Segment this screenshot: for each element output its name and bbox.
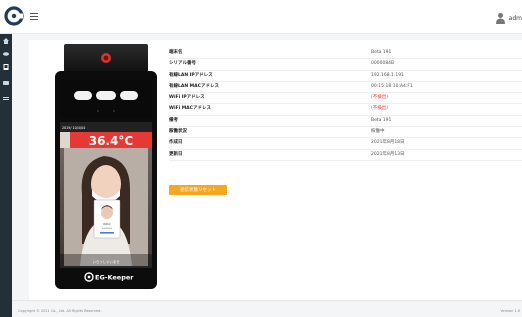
user-name: adm [508, 14, 522, 22]
menu-toggle-icon[interactable] [30, 13, 38, 20]
info-row: シリアル番号 0000084B [169, 59, 522, 71]
info-row: 更新日 2021年8月13日 [169, 150, 522, 161]
device-icon[interactable] [3, 64, 9, 70]
reset-connection-button[interactable]: 通信状態リセット [169, 185, 227, 195]
info-value-alert: (不検出) [371, 95, 389, 101]
info-value: Beta 191 [371, 117, 392, 123]
info-key: 備考 [169, 117, 178, 123]
info-key: 有線LAN MACアドレス [169, 83, 219, 89]
card-id: 00000000 [102, 228, 113, 230]
info-key: 有線LAN IPアドレス [169, 72, 213, 78]
info-value: 192.168.1.191 [371, 72, 404, 78]
info-value: 2021年8月18日 [371, 140, 405, 146]
app-logo-icon[interactable] [4, 6, 24, 26]
device-detail-panel: 2019/ 10/4/04 36.4°C Patrick 00000000 いら… [29, 40, 522, 301]
device-datetime: 2019/ 10/4/04 [62, 126, 85, 130]
info-row: 端末名 Beta 191 [169, 48, 522, 60]
info-key: 端末名 [169, 50, 183, 55]
info-row: WiFi MACアドレス (不検出) [169, 104, 522, 116]
version-text: Version 1.0 [500, 309, 520, 313]
info-value-alert: (不検出) [371, 106, 389, 112]
info-key: 作成日 [169, 140, 183, 146]
top-bar: adm [0, 0, 522, 34]
list-icon[interactable] [3, 96, 9, 102]
info-row: 稼働状況 稼働中 [169, 127, 522, 139]
info-key: 稼働状況 [169, 129, 187, 135]
user-icon [495, 13, 505, 24]
device-info-table: 端末名 Beta 191 シリアル番号 0000084B 有線LAN IPアドレ… [169, 48, 522, 161]
info-value: 00:15:18:10:A4:F1 [371, 83, 413, 89]
info-row: 有線LAN MACアドレス 00:15:18:10:A4:F1 [169, 82, 522, 94]
device-brand: EG-Keeper [95, 274, 134, 282]
info-key: 更新日 [169, 151, 183, 157]
welcome-message: いらっしゃいませ [92, 259, 120, 264]
user-menu[interactable]: adm [495, 11, 522, 25]
info-key: WiFi MACアドレス [169, 106, 211, 112]
info-value: 0000084B [371, 61, 395, 67]
footer: Copyright © 2021 Co., Ltd. All Rights Re… [12, 300, 522, 317]
info-row: 作成日 2021年8月18日 [169, 138, 522, 150]
info-value: 2021年8月13日 [371, 151, 405, 157]
copyright-text: Copyright © 2021 Co., Ltd. All Rights Re… [18, 309, 102, 313]
card-name: Patrick [103, 223, 111, 226]
home-icon[interactable] [3, 38, 9, 44]
info-row: WiFi IPアドレス (不検出) [169, 93, 522, 105]
info-row: 備考 Beta 191 [169, 116, 522, 128]
info-key: シリアル番号 [169, 61, 196, 67]
settings-icon[interactable] [3, 80, 9, 86]
sidebar [0, 34, 12, 317]
info-key: WiFi IPアドレス [169, 95, 205, 101]
info-row: 有線LAN IPアドレス 192.168.1.191 [169, 71, 522, 82]
cloud-icon[interactable] [3, 50, 9, 56]
info-value: 稼働中 [371, 129, 385, 135]
main-content: 2019/ 10/4/04 36.4°C Patrick 00000000 いら… [12, 34, 522, 317]
info-value: Beta 191 [371, 50, 392, 55]
device-image: 2019/ 10/4/04 36.4°C Patrick 00000000 いら… [55, 44, 157, 289]
temperature-display: 36.4°C [89, 134, 134, 148]
